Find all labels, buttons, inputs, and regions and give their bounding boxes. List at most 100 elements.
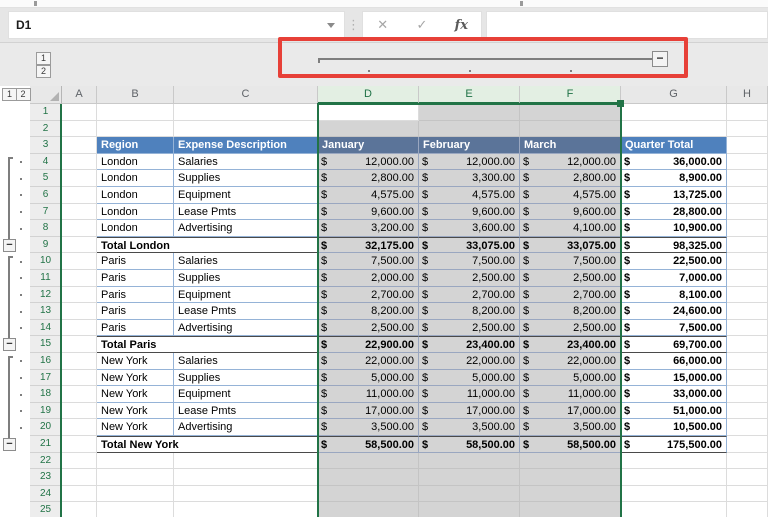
row-header-16[interactable]: 16 — [30, 353, 62, 370]
row-header-19[interactable]: 19 — [30, 403, 62, 420]
cell-G10[interactable]: $22,500.00 — [621, 253, 727, 270]
cell-E7[interactable]: $9,600.00 — [419, 204, 520, 221]
row-header-9[interactable]: 9 — [30, 237, 62, 254]
cell-E15[interactable]: $23,400.00 — [419, 336, 520, 353]
cell-A9[interactable] — [62, 237, 97, 254]
cell-B18[interactable]: New York — [97, 386, 174, 403]
column-header-H[interactable]: H — [727, 86, 768, 104]
row-outline-level-2-button[interactable]: 2 — [16, 88, 31, 101]
cell-H5[interactable] — [727, 170, 768, 187]
cell-G5[interactable]: $8,900.00 — [621, 170, 727, 187]
cell-D23[interactable] — [318, 469, 419, 486]
cell-F14[interactable]: $2,500.00 — [520, 320, 621, 337]
cell-B9[interactable]: Total London — [97, 237, 318, 254]
cell-H18[interactable] — [727, 386, 768, 403]
cell-C11[interactable]: Supplies — [174, 270, 318, 287]
cell-D11[interactable]: $2,000.00 — [318, 270, 419, 287]
cell-A6[interactable] — [62, 187, 97, 204]
name-box-dropdown-icon[interactable] — [327, 23, 335, 28]
cell-D19[interactable]: $17,000.00 — [318, 403, 419, 420]
enter-icon[interactable]: ✓ — [407, 17, 437, 33]
cell-G9[interactable]: $98,325.00 — [621, 237, 727, 254]
cell-D3[interactable]: January — [318, 137, 419, 154]
cell-G21[interactable]: $175,500.00 — [621, 436, 727, 453]
cell-E2[interactable] — [419, 121, 520, 138]
cell-G25[interactable] — [621, 502, 727, 517]
cell-A11[interactable] — [62, 270, 97, 287]
cell-H21[interactable] — [727, 436, 768, 453]
cell-D18[interactable]: $11,000.00 — [318, 386, 419, 403]
cell-E12[interactable]: $2,700.00 — [419, 287, 520, 304]
cell-G2[interactable] — [621, 121, 727, 138]
cell-C3[interactable]: Expense Description — [174, 137, 318, 154]
cell-G4[interactable]: $36,000.00 — [621, 154, 727, 171]
cell-H1[interactable] — [727, 104, 768, 121]
cell-F12[interactable]: $2,700.00 — [520, 287, 621, 304]
cell-A20[interactable] — [62, 419, 97, 436]
cell-B19[interactable]: New York — [97, 403, 174, 420]
cell-C16[interactable]: Salaries — [174, 353, 318, 370]
cell-B6[interactable]: London — [97, 187, 174, 204]
cell-B16[interactable]: New York — [97, 353, 174, 370]
cell-H11[interactable] — [727, 270, 768, 287]
cell-D17[interactable]: $5,000.00 — [318, 370, 419, 387]
cell-G16[interactable]: $66,000.00 — [621, 353, 727, 370]
column-outline-level-2-button[interactable]: 2 — [36, 65, 51, 78]
cell-D15[interactable]: $22,900.00 — [318, 336, 419, 353]
select-all-corner[interactable] — [30, 86, 62, 104]
column-outline-level-1-button[interactable]: 1 — [36, 52, 51, 65]
cell-E4[interactable]: $12,000.00 — [419, 154, 520, 171]
cell-H4[interactable] — [727, 154, 768, 171]
column-header-D[interactable]: D — [318, 86, 419, 104]
cancel-icon[interactable]: ✕ — [368, 17, 398, 33]
cell-E18[interactable]: $11,000.00 — [419, 386, 520, 403]
cell-H2[interactable] — [727, 121, 768, 138]
row-header-21[interactable]: 21 — [30, 436, 62, 453]
cell-E22[interactable] — [419, 453, 520, 470]
row-header-10[interactable]: 10 — [30, 253, 62, 270]
cell-H7[interactable] — [727, 204, 768, 221]
cell-B25[interactable] — [97, 502, 174, 517]
cell-F21[interactable]: $58,500.00 — [520, 436, 621, 453]
cell-H19[interactable] — [727, 403, 768, 420]
column-header-B[interactable]: B — [97, 86, 174, 104]
cell-E3[interactable]: February — [419, 137, 520, 154]
insert-function-icon[interactable]: fx — [446, 18, 476, 33]
cell-F18[interactable]: $11,000.00 — [520, 386, 621, 403]
cell-A22[interactable] — [62, 453, 97, 470]
cell-C6[interactable]: Equipment — [174, 187, 318, 204]
cell-B23[interactable] — [97, 469, 174, 486]
cell-A24[interactable] — [62, 486, 97, 503]
cell-B8[interactable]: London — [97, 220, 174, 237]
cell-B11[interactable]: Paris — [97, 270, 174, 287]
cell-C7[interactable]: Lease Pmts — [174, 204, 318, 221]
row-header-1[interactable]: 1 — [30, 104, 62, 121]
row-header-5[interactable]: 5 — [30, 170, 62, 187]
cell-E25[interactable] — [419, 502, 520, 517]
cell-G23[interactable] — [621, 469, 727, 486]
row-header-25[interactable]: 25 — [30, 502, 62, 517]
cell-A1[interactable] — [62, 104, 97, 121]
row-header-15[interactable]: 15 — [30, 336, 62, 353]
cell-F9[interactable]: $33,075.00 — [520, 237, 621, 254]
cell-H3[interactable] — [727, 137, 768, 154]
name-box[interactable]: D1 — [8, 11, 345, 39]
cell-F2[interactable] — [520, 121, 621, 138]
cell-E1[interactable] — [419, 104, 520, 121]
cell-C22[interactable] — [174, 453, 318, 470]
cell-A13[interactable] — [62, 303, 97, 320]
row-header-3[interactable]: 3 — [30, 137, 62, 154]
cell-D4[interactable]: $12,000.00 — [318, 154, 419, 171]
row-header-18[interactable]: 18 — [30, 386, 62, 403]
cell-A19[interactable] — [62, 403, 97, 420]
cell-E6[interactable]: $4,575.00 — [419, 187, 520, 204]
cell-G6[interactable]: $13,725.00 — [621, 187, 727, 204]
cell-C18[interactable]: Equipment — [174, 386, 318, 403]
cell-A3[interactable] — [62, 137, 97, 154]
cell-C25[interactable] — [174, 502, 318, 517]
cell-E21[interactable]: $58,500.00 — [419, 436, 520, 453]
row-header-2[interactable]: 2 — [30, 121, 62, 138]
cell-E14[interactable]: $2,500.00 — [419, 320, 520, 337]
cell-F4[interactable]: $12,000.00 — [520, 154, 621, 171]
cell-A21[interactable] — [62, 436, 97, 453]
